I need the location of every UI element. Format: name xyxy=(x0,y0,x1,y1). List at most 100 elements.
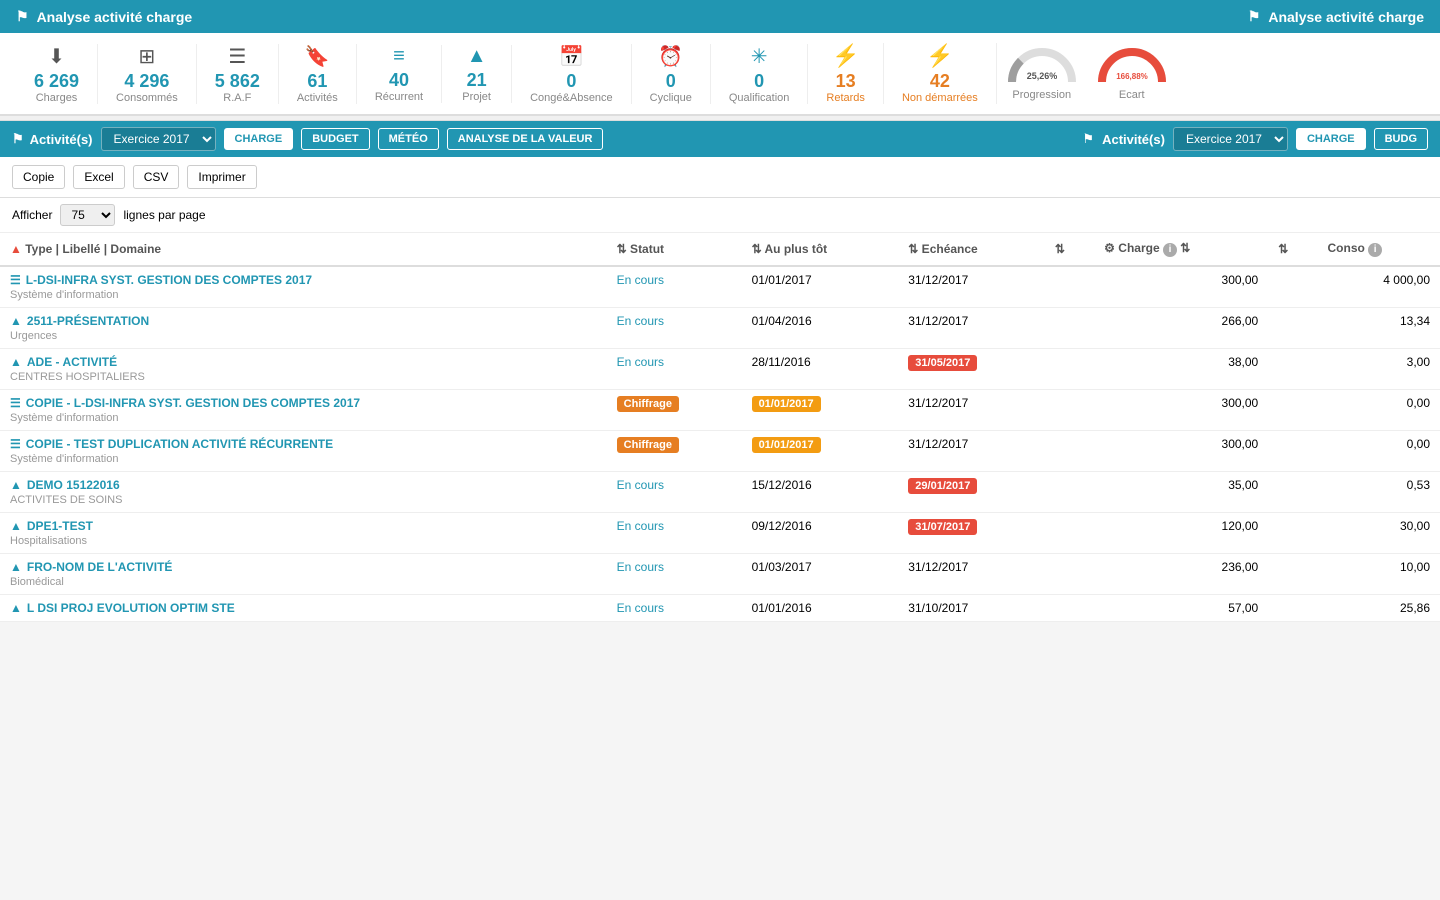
row-domain: Biomédical xyxy=(10,576,597,588)
tab-budget[interactable]: BUDGET xyxy=(301,128,369,150)
cell-au-plus-tot: 01/01/2017 xyxy=(742,431,899,472)
tab-charge[interactable]: CHARGE xyxy=(224,128,294,150)
cell-charge: 266,00 xyxy=(1094,308,1268,349)
cell-echeance: 31/05/2017 xyxy=(898,349,1045,390)
echeance-text: 31/12/2017 xyxy=(908,314,968,328)
cell-empty1 xyxy=(1045,266,1094,308)
title-text[interactable]: 2511-PRÉSENTATION xyxy=(27,314,149,328)
stat-consommes[interactable]: ⊞ 4 296 Consommés xyxy=(98,44,197,104)
col-empty2[interactable]: ⇅ xyxy=(1268,233,1317,266)
title-text[interactable]: ADE - ACTIVITÉ xyxy=(27,355,117,369)
cyclique-value: 0 xyxy=(666,71,676,92)
cell-echeance: 29/01/2017 xyxy=(898,472,1045,513)
row-domain: CENTRES HOSPITALIERS xyxy=(10,371,597,383)
stat-charges[interactable]: ⬇ 6 269 Charges xyxy=(16,44,98,104)
progression-label: Progression xyxy=(1012,89,1071,101)
cell-title: ▲ FRO-NOM DE L'ACTIVITÉ Biomédical xyxy=(0,554,607,595)
conge-label: Congé&Absence xyxy=(530,92,613,104)
cell-empty2 xyxy=(1268,554,1317,595)
col-type-libelle[interactable]: ▲ Type | Libellé | Domaine xyxy=(0,233,607,266)
title-text[interactable]: COPIE - L-DSI-INFRA SYST. GESTION DES CO… xyxy=(26,396,360,410)
col-empty1[interactable]: ⇅ xyxy=(1045,233,1094,266)
row-domain: ACTIVITES DE SOINS xyxy=(10,494,597,506)
charge-info-icon[interactable]: i xyxy=(1163,243,1177,257)
cell-empty1 xyxy=(1045,595,1094,622)
cell-empty2 xyxy=(1268,308,1317,349)
road-icon: ▲ xyxy=(467,45,487,68)
grid-icon: ⊞ xyxy=(139,44,156,69)
copie-button[interactable]: Copie xyxy=(12,165,65,189)
data-table: ▲ Type | Libellé | Domaine ⇅ Statut ⇅ Au… xyxy=(0,233,1440,622)
cell-statut: Chiffrage xyxy=(607,431,742,472)
title-text[interactable]: L-DSI-INFRA SYST. GESTION DES COMPTES 20… xyxy=(26,273,312,287)
col-conso[interactable]: Conso i xyxy=(1318,233,1440,266)
excel-button[interactable]: Excel xyxy=(73,165,124,189)
csv-button[interactable]: CSV xyxy=(133,165,180,189)
stat-conge[interactable]: 📅 0 Congé&Absence xyxy=(512,44,632,104)
table-row: ▲ L DSI PROJ EVOLUTION OPTIM STE En cour… xyxy=(0,595,1440,622)
imprimer-button[interactable]: Imprimer xyxy=(187,165,256,189)
col-charge[interactable]: ⚙ Charge i ⇅ xyxy=(1094,233,1268,266)
stat-raf[interactable]: ☰ 5 862 R.A.F xyxy=(197,44,279,104)
title-text[interactable]: COPIE - TEST DUPLICATION ACTIVITÉ RÉCURR… xyxy=(26,437,333,451)
cell-charge: 120,00 xyxy=(1094,513,1268,554)
stat-activites[interactable]: 🔖 61 Activités xyxy=(279,44,357,104)
activity-title-right: Activité(s) xyxy=(1102,132,1165,147)
stat-recurrent[interactable]: ≡ 40 Récurrent xyxy=(357,45,442,103)
col-echeance[interactable]: ⇅ Echéance xyxy=(898,233,1045,266)
flag-icon-right: ⚑ xyxy=(1248,8,1261,25)
statut-badge: Chiffrage xyxy=(617,437,679,453)
echeance-text: 31/12/2017 xyxy=(908,396,968,410)
gear-icon: ⚙ xyxy=(1104,241,1115,255)
cell-au-plus-tot: 01/01/2017 xyxy=(742,390,899,431)
tab-meteo[interactable]: MÉTÉO xyxy=(378,128,439,150)
row-title: ▲ FRO-NOM DE L'ACTIVITÉ xyxy=(10,560,597,574)
tab-analyse[interactable]: ANALYSE DE LA VALEUR xyxy=(447,128,604,150)
cell-charge: 300,00 xyxy=(1094,390,1268,431)
type-icon: ▲ xyxy=(10,601,22,615)
cell-title: ▲ L DSI PROJ EVOLUTION OPTIM STE xyxy=(0,595,607,622)
title-text[interactable]: FRO-NOM DE L'ACTIVITÉ xyxy=(27,560,173,574)
echeance-badge: 31/07/2017 xyxy=(908,519,977,535)
cell-conso: 3,00 xyxy=(1318,349,1440,390)
cell-statut: En cours xyxy=(607,266,742,308)
lines-per-page-select[interactable]: 75 25 50 100 xyxy=(60,204,115,226)
exercise-dropdown[interactable]: Exercice 2017 xyxy=(101,127,216,151)
activity-title-text: Activité(s) xyxy=(30,132,93,147)
cell-charge: 35,00 xyxy=(1094,472,1268,513)
stat-qualification[interactable]: ✳ 0 Qualification xyxy=(711,44,809,104)
stat-retards[interactable]: ⚡ 13 Retards xyxy=(808,43,884,104)
stat-non-demarrees[interactable]: ⚡ 42 Non démarrées xyxy=(884,43,997,104)
title-text[interactable]: DPE1-TEST xyxy=(27,519,93,533)
conso-info-icon[interactable]: i xyxy=(1368,243,1382,257)
progression-svg: 25,26% xyxy=(1007,47,1077,87)
star-icon: ✳ xyxy=(751,44,768,69)
echeance-text: 31/10/2017 xyxy=(908,601,968,615)
cell-echeance: 31/12/2017 xyxy=(898,390,1045,431)
statut-text: En cours xyxy=(617,478,664,492)
tab-charge-right[interactable]: CHARGE xyxy=(1296,128,1366,150)
cell-charge: 38,00 xyxy=(1094,349,1268,390)
statut-text: En cours xyxy=(617,601,664,615)
stat-projet[interactable]: ▲ 21 Projet xyxy=(442,45,512,103)
cell-au-plus-tot: 01/01/2017 xyxy=(742,266,899,308)
tab-budg-right[interactable]: BUDG xyxy=(1374,128,1428,150)
table-row: ▲ 2511-PRÉSENTATION Urgences En cours 01… xyxy=(0,308,1440,349)
title-text[interactable]: L DSI PROJ EVOLUTION OPTIM STE xyxy=(27,601,235,615)
cell-statut: En cours xyxy=(607,513,742,554)
cell-echeance: 31/12/2017 xyxy=(898,554,1045,595)
table-row: ☰ COPIE - L-DSI-INFRA SYST. GESTION DES … xyxy=(0,390,1440,431)
cell-charge: 300,00 xyxy=(1094,431,1268,472)
col-statut[interactable]: ⇅ Statut xyxy=(607,233,742,266)
au-plus-tot-badge: 01/01/2017 xyxy=(752,396,821,412)
recurrent-label: Récurrent xyxy=(375,91,423,103)
stat-cyclique[interactable]: ⏰ 0 Cyclique xyxy=(632,44,711,104)
exercise-dropdown-right[interactable]: Exercice 2017 xyxy=(1173,127,1288,151)
flag-icon: ⚑ xyxy=(16,8,29,25)
title-text[interactable]: DEMO 15122016 xyxy=(27,478,120,492)
list2-icon: ≡ xyxy=(393,45,405,68)
activity-bar-left: ⚑ Activité(s) Exercice 2017 CHARGE BUDGE… xyxy=(12,127,603,151)
echeance-text: 31/12/2017 xyxy=(908,437,968,451)
recurrent-value: 40 xyxy=(389,70,409,91)
col-au-plus-tot[interactable]: ⇅ Au plus tôt xyxy=(742,233,899,266)
